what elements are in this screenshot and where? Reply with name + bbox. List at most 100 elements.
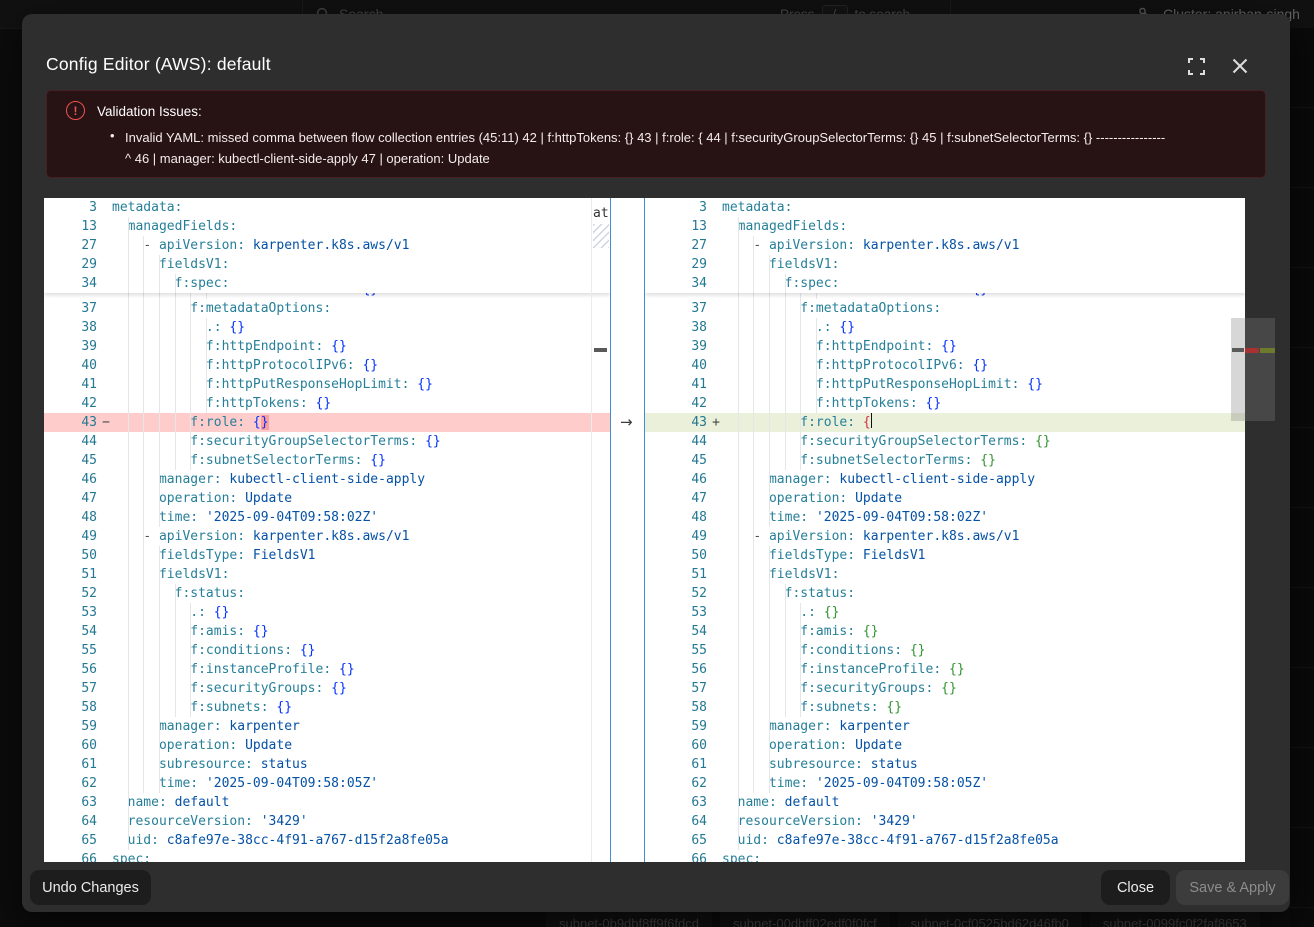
code-line[interactable]: 52 f:status:: [645, 584, 1245, 603]
revert-arrow-icon[interactable]: →: [620, 413, 633, 432]
code-line[interactable]: 41 f:httpPutResponseHopLimit: {}: [645, 375, 1245, 394]
code-line[interactable]: 47 operation: Update: [645, 489, 1245, 508]
code-line[interactable]: 64 resourceVersion: '3429': [44, 812, 610, 831]
code-line[interactable]: 50 fieldsType: FieldsV1: [44, 546, 610, 565]
code-line[interactable]: 29 fieldsV1:: [44, 255, 610, 274]
code-line[interactable]: 39 f:httpEndpoint: {}: [44, 337, 610, 356]
code-line[interactable]: 53 .: {}: [44, 603, 610, 622]
code-line[interactable]: 55 f:conditions: {}: [645, 641, 1245, 660]
code-line[interactable]: 38 .: {}: [44, 318, 610, 337]
code-line[interactable]: 63 name: default: [645, 793, 1245, 812]
line-number: 58: [44, 698, 112, 717]
scrollbar-slider[interactable]: [1231, 318, 1245, 421]
code-line[interactable]: 61 subresource: status: [44, 755, 610, 774]
code-line[interactable]: 44 f:securityGroupSelectorTerms: {}: [645, 432, 1245, 451]
code-line[interactable]: 60 operation: Update: [645, 736, 1245, 755]
code-line[interactable]: 56 f:instanceProfile: {}: [44, 660, 610, 679]
code-line[interactable]: 46 manager: kubectl-client-side-apply: [645, 470, 1245, 489]
indent-guide: [738, 679, 739, 698]
code-line[interactable]: 13 managedFields:: [44, 217, 610, 236]
code-line[interactable]: 3metadata:: [44, 198, 610, 217]
code-text: fieldsV1:: [722, 255, 839, 274]
indent-guide: [753, 584, 754, 603]
code-line[interactable]: 3metadata:: [645, 198, 1245, 217]
code-line[interactable]: 13 managedFields:: [645, 217, 1245, 236]
code-line[interactable]: 57 f:securityGroups: {}: [645, 679, 1245, 698]
code-line[interactable]: 48 time: '2025-09-04T09:58:02Z': [645, 508, 1245, 527]
code-line[interactable]: 38 .: {}: [645, 318, 1245, 337]
indent-guide: [785, 375, 786, 394]
code-line[interactable]: 45 f:subnetSelectorTerms: {}: [44, 451, 610, 470]
undo-changes-button[interactable]: Undo Changes: [30, 870, 151, 905]
close-dialog-button[interactable]: [1230, 56, 1250, 76]
code-line[interactable]: 52 f:status:: [44, 584, 610, 603]
code-line[interactable]: 29 fieldsV1:: [645, 255, 1245, 274]
close-button[interactable]: Close: [1101, 870, 1170, 905]
code-text: operation: Update: [112, 736, 292, 755]
code-line[interactable]: 49 - apiVersion: karpenter.k8s.aws/v1: [645, 527, 1245, 546]
code-line[interactable]: 45 f:subnetSelectorTerms: {}: [645, 451, 1245, 470]
code-line[interactable]: 48 time: '2025-09-04T09:58:02Z': [44, 508, 610, 527]
code-line[interactable]: 66spec:: [645, 850, 1245, 862]
code-line[interactable]: 62 time: '2025-09-04T09:58:05Z': [44, 774, 610, 793]
code-line[interactable]: 41 f:httpPutResponseHopLimit: {}: [44, 375, 610, 394]
code-line[interactable]: 50 fieldsType: FieldsV1: [645, 546, 1245, 565]
code-line[interactable]: 53 .: {}: [645, 603, 1245, 622]
code-line[interactable]: 43− f:role: {}: [44, 413, 610, 432]
code-line[interactable]: 37 f:metadataOptions:: [44, 299, 610, 318]
indent-guide: [143, 603, 144, 622]
code-line[interactable]: 66spec:: [44, 850, 610, 862]
line-number: 40: [645, 356, 722, 375]
modified-scrollbar[interactable]: [1231, 198, 1245, 862]
code-text: f:httpProtocolIPv6: {}: [722, 356, 988, 375]
code-line[interactable]: 27 - apiVersion: karpenter.k8s.aws/v1: [44, 236, 610, 255]
code-line[interactable]: 62 time: '2025-09-04T09:58:05Z': [645, 774, 1245, 793]
code-line[interactable]: 40 f:httpProtocolIPv6: {}: [44, 356, 610, 375]
code-line[interactable]: 51 fieldsV1:: [645, 565, 1245, 584]
save-apply-button[interactable]: Save & Apply: [1176, 870, 1289, 905]
code-line[interactable]: 54 f:amis: {}: [645, 622, 1245, 641]
code-line[interactable]: 51 fieldsV1:: [44, 565, 610, 584]
code-line[interactable]: 54 f:amis: {}: [44, 622, 610, 641]
code-line[interactable]: 59 manager: karpenter: [645, 717, 1245, 736]
line-number: 54: [645, 622, 722, 641]
code-line[interactable]: 49 - apiVersion: karpenter.k8s.aws/v1: [44, 527, 610, 546]
indent-guide: [128, 717, 129, 736]
overview-viewport[interactable]: [1245, 318, 1275, 421]
code-line[interactable]: 37 f:metadataOptions:: [645, 299, 1245, 318]
code-line[interactable]: 64 resourceVersion: '3429': [645, 812, 1245, 831]
code-line[interactable]: 56 f:instanceProfile: {}: [645, 660, 1245, 679]
code-line[interactable]: 63 name: default: [44, 793, 610, 812]
code-line[interactable]: 27 - apiVersion: karpenter.k8s.aws/v1: [645, 236, 1245, 255]
diff-overview-ruler[interactable]: [1245, 198, 1275, 862]
code-line[interactable]: 58 f:subnets: {}: [44, 698, 610, 717]
code-line[interactable]: 61 subresource: status: [645, 755, 1245, 774]
original-scrollbar[interactable]: at: [591, 198, 610, 862]
code-line[interactable]: 57 f:securityGroups: {}: [44, 679, 610, 698]
code-line[interactable]: 43+ f:role: {: [645, 413, 1245, 432]
code-line[interactable]: 34 f:spec:: [44, 274, 610, 293]
code-line[interactable]: 58 f:subnets: {}: [645, 698, 1245, 717]
code-text: subresource: status: [722, 755, 918, 774]
dialog-title: Config Editor (AWS): default: [46, 54, 271, 75]
code-line[interactable]: 34 f:spec:: [645, 274, 1245, 293]
code-line[interactable]: 44 f:securityGroupSelectorTerms: {}: [44, 432, 610, 451]
code-line[interactable]: 65 uid: c8afe97e-38cc-4f91-a767-d15f2a8f…: [645, 831, 1245, 850]
code-line[interactable]: 47 operation: Update: [44, 489, 610, 508]
line-number: 13: [44, 217, 112, 236]
code-line[interactable]: 46 manager: kubectl-client-side-apply: [44, 470, 610, 489]
modified-editor-pane[interactable]: 36 f:amiSelectorTerms: {}37 f:metadataOp…: [645, 198, 1245, 862]
code-line[interactable]: 42 f:httpTokens: {}: [44, 394, 610, 413]
indent-guide: [159, 717, 160, 736]
code-line[interactable]: 42 f:httpTokens: {}: [645, 394, 1245, 413]
original-editor-pane[interactable]: 36 f:amiSelectorTerms: {}37 f:metadataOp…: [44, 198, 610, 862]
code-line[interactable]: 55 f:conditions: {}: [44, 641, 610, 660]
code-line[interactable]: 39 f:httpEndpoint: {}: [645, 337, 1245, 356]
code-line[interactable]: 60 operation: Update: [44, 736, 610, 755]
code-line[interactable]: 59 manager: karpenter: [44, 717, 610, 736]
indent-guide: [128, 217, 129, 236]
line-number: 34: [44, 274, 112, 293]
fullscreen-button[interactable]: [1186, 56, 1206, 76]
code-line[interactable]: 40 f:httpProtocolIPv6: {}: [645, 356, 1245, 375]
code-line[interactable]: 65 uid: c8afe97e-38cc-4f91-a767-d15f2a8f…: [44, 831, 610, 850]
